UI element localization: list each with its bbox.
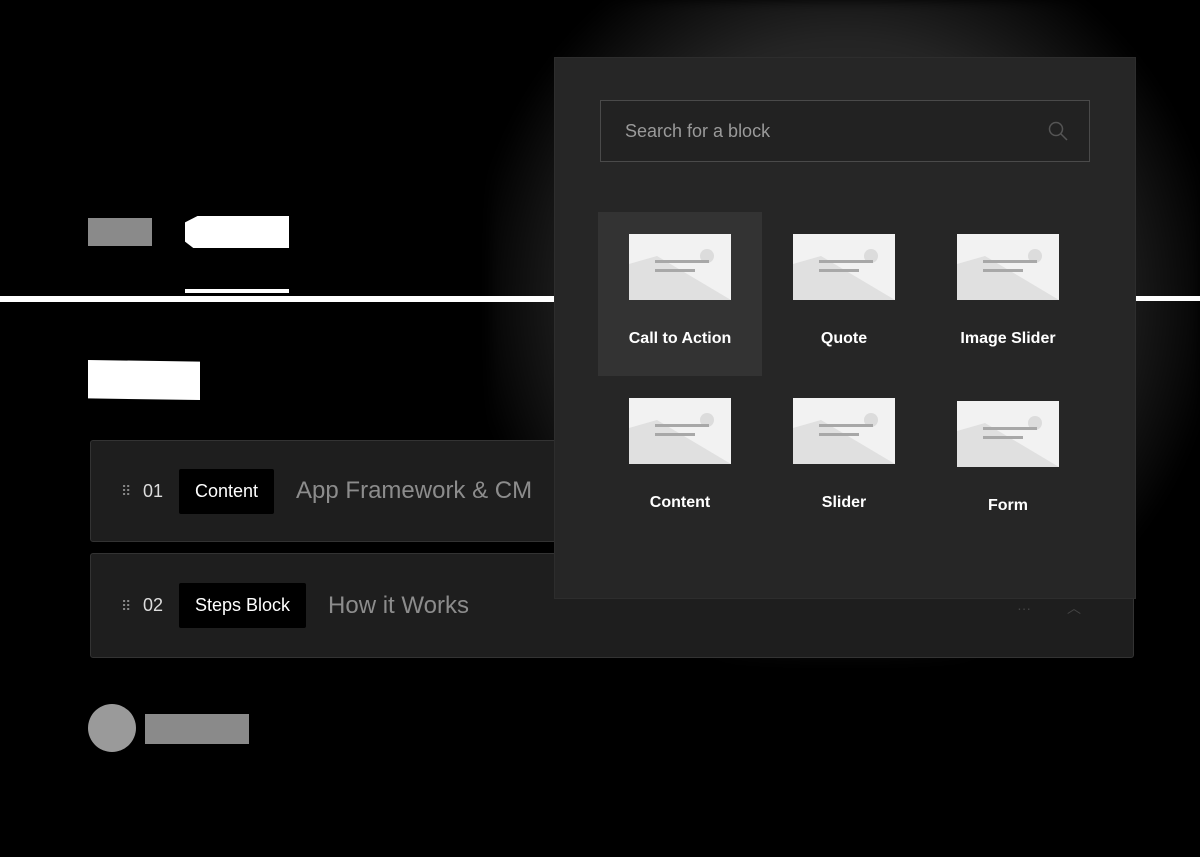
layout-row[interactable]: ⠿ 01 Content App Framework & CM xyxy=(90,440,560,542)
block-tile-label: Quote xyxy=(820,330,868,347)
block-tile-quote[interactable]: Quote xyxy=(762,212,926,376)
active-tab-underline xyxy=(185,289,289,293)
search-input[interactable] xyxy=(601,119,1047,143)
block-search xyxy=(600,100,1090,162)
row-title: How it Works xyxy=(328,591,469,619)
block-thumbnail-icon xyxy=(957,401,1059,467)
block-thumbnail-icon xyxy=(629,398,731,464)
row-number: 02 xyxy=(143,595,164,615)
block-tile-label: Call to Action xyxy=(628,330,732,347)
block-tile-label: Image Slider xyxy=(960,330,1056,347)
block-thumbnail-icon xyxy=(957,234,1059,300)
add-block-icon[interactable] xyxy=(88,704,136,752)
row-title: App Framework & CM xyxy=(296,477,533,504)
tab-placeholder-2-active[interactable] xyxy=(185,216,289,248)
tab-placeholder-1[interactable] xyxy=(88,218,152,246)
chevron-up-icon[interactable]: ︿ xyxy=(1067,600,1081,616)
block-thumbnail-icon xyxy=(629,234,731,300)
block-thumbnail-icon xyxy=(793,234,895,300)
ellipsis-icon[interactable]: ··· xyxy=(1017,600,1031,616)
tab-divider-right xyxy=(1135,296,1200,301)
block-tile-label: Slider xyxy=(821,494,867,511)
tab-divider xyxy=(0,296,555,302)
drag-handle-icon[interactable]: ⠿ xyxy=(121,599,131,613)
row-number: 01 xyxy=(143,480,164,501)
block-type-badge: Steps Block xyxy=(179,583,307,628)
block-tile-slider[interactable]: Slider xyxy=(762,376,926,540)
row-actions: ··· ︿ xyxy=(985,598,1081,618)
add-block-label-placeholder[interactable] xyxy=(145,714,249,744)
block-tile-content[interactable]: Content xyxy=(598,376,762,540)
block-picker-panel: Call to Action Quote Image Slider xyxy=(555,58,1135,598)
block-tile-form[interactable]: Form xyxy=(926,376,1090,540)
section-heading-placeholder xyxy=(88,360,200,400)
block-type-badge: Content xyxy=(179,468,275,514)
block-tile-label: Form xyxy=(988,497,1028,514)
block-tile-label: Content xyxy=(649,494,711,511)
block-tile-call-to-action[interactable]: Call to Action xyxy=(598,212,762,376)
drag-handle-icon[interactable]: ⠿ xyxy=(121,484,131,498)
block-thumbnail-icon xyxy=(793,398,895,464)
search-icon[interactable] xyxy=(1047,120,1069,142)
block-tile-image-slider[interactable]: Image Slider xyxy=(926,212,1090,376)
